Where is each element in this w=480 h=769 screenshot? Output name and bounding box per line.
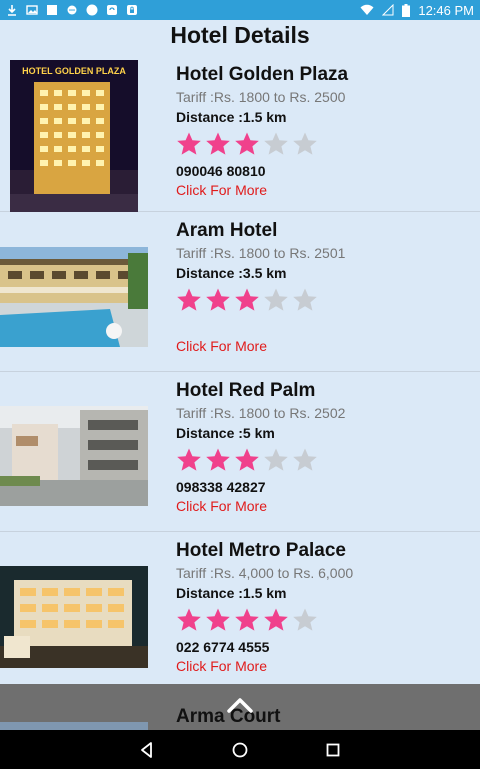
- click-for-more-link[interactable]: Click For More: [176, 497, 476, 515]
- chevron-up-icon[interactable]: [226, 696, 254, 714]
- download-icon: [8, 5, 16, 16]
- hotel-name: Hotel Metro Palace: [176, 540, 346, 561]
- wifi-icon: [360, 4, 374, 15]
- square-icon: [47, 5, 57, 15]
- hotel-photo: HOTEL GOLDEN PLAZA: [10, 60, 138, 212]
- star-filled-icon: [235, 132, 259, 155]
- status-time: 12:46 PM: [418, 2, 474, 18]
- status-bar: 12:46 PM: [0, 0, 480, 20]
- star-filled-icon: [264, 608, 288, 631]
- hotel-photo: [0, 722, 148, 730]
- hotel-photo: [0, 566, 148, 668]
- rating-stars: [176, 607, 476, 633]
- star-filled-icon: [177, 608, 201, 631]
- message-icon: [67, 5, 77, 15]
- rating-stars: [176, 447, 476, 473]
- hotel-tariff: Tariff :Rs. 1800 to Rs. 2500: [176, 89, 346, 105]
- hotel-photo: [0, 406, 148, 506]
- hotel-card[interactable]: Hotel Red Palm Tariff :Rs. 1800 to Rs. 2…: [0, 372, 480, 532]
- battery-icon: [402, 3, 411, 17]
- hotel-name: Hotel Red Palm: [176, 380, 316, 401]
- hotel-info: Hotel Red Palm Tariff :Rs. 1800 to Rs. 2…: [176, 380, 476, 515]
- hotel-list: HOTEL GOLDEN PLAZA Hotel Golden Plaza Ta…: [0, 56, 480, 692]
- hotel-info: Aram Hotel Tariff :Rs. 1800 to Rs. 2501 …: [176, 220, 476, 355]
- star-filled-icon: [206, 608, 230, 631]
- click-for-more-link[interactable]: Click For More: [176, 337, 476, 355]
- hotel-info: Hotel Metro Palace Tariff :Rs. 4,000 to …: [176, 540, 476, 675]
- star-filled-icon: [177, 288, 201, 311]
- hotel-tariff: Tariff :Rs. 1800 to Rs. 2502: [176, 405, 346, 421]
- star-empty-icon: [264, 288, 288, 311]
- hotel-phone[interactable]: 098338 42827: [176, 478, 476, 496]
- star-empty-icon: [293, 288, 317, 311]
- star-filled-icon: [206, 132, 230, 155]
- page-title: Hotel Details: [170, 22, 310, 48]
- star-empty-icon: [264, 448, 288, 471]
- hotel-distance: Distance :1.5 km: [176, 585, 287, 601]
- hotel-card[interactable]: HOTEL GOLDEN PLAZA Hotel Golden Plaza Ta…: [0, 56, 480, 212]
- star-filled-icon: [177, 448, 201, 471]
- rating-stars: [176, 287, 476, 313]
- hotel-distance: Distance :1.5 km: [176, 109, 287, 125]
- hotel-distance: Distance :3.5 km: [176, 265, 287, 281]
- star-empty-icon: [293, 448, 317, 471]
- click-for-more-link[interactable]: Click For More: [176, 181, 476, 199]
- circle-icon: [86, 4, 98, 16]
- hotel-card[interactable]: Aram Hotel Tariff :Rs. 1800 to Rs. 2501 …: [0, 212, 480, 372]
- star-filled-icon: [235, 608, 259, 631]
- hotel-name: Hotel Golden Plaza: [176, 64, 349, 85]
- star-filled-icon: [206, 448, 230, 471]
- star-filled-icon: [235, 288, 259, 311]
- click-for-more-link[interactable]: Click For More: [176, 657, 476, 675]
- hotel-name: Aram Hotel: [176, 220, 278, 241]
- hotel-info: Hotel Golden Plaza Tariff :Rs. 1800 to R…: [176, 64, 476, 199]
- hotel-phone[interactable]: 022 6774 4555: [176, 638, 476, 656]
- lock-icon: [127, 5, 137, 15]
- recents-icon[interactable]: [323, 740, 343, 760]
- hotel-distance: Distance :5 km: [176, 425, 275, 441]
- star-empty-icon: [264, 132, 288, 155]
- hotel-tariff: Tariff :Rs. 4,000 to Rs. 6,000: [176, 565, 354, 581]
- home-icon[interactable]: [230, 740, 250, 760]
- hotel-phone[interactable]: [176, 318, 476, 336]
- star-empty-icon: [293, 132, 317, 155]
- signal-icon: [382, 4, 394, 16]
- navigation-bar: [0, 730, 480, 769]
- image-icon: [26, 5, 38, 15]
- star-filled-icon: [206, 288, 230, 311]
- hotel-tariff: Tariff :Rs. 1800 to Rs. 2501: [176, 245, 346, 261]
- hotel-photo-sign: HOTEL GOLDEN PLAZA: [22, 66, 126, 76]
- hotel-phone[interactable]: 090046 80810: [176, 162, 476, 180]
- hotel-card[interactable]: Hotel Metro Palace Tariff :Rs. 4,000 to …: [0, 532, 480, 692]
- star-empty-icon: [293, 608, 317, 631]
- star-filled-icon: [235, 448, 259, 471]
- rating-stars: [176, 131, 476, 157]
- sync-icon: [107, 5, 117, 15]
- hotel-photo: [0, 247, 148, 347]
- back-icon[interactable]: [137, 740, 157, 760]
- star-filled-icon: [177, 132, 201, 155]
